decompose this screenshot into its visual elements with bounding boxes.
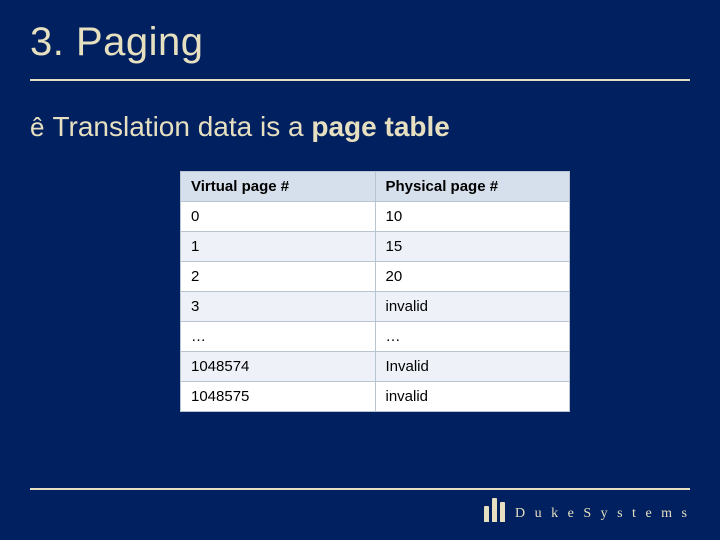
cell-virtual: 0 [181,202,376,232]
table-row: 0 10 [181,202,570,232]
page-table-table: Virtual page # Physical page # 0 10 1 15… [180,171,570,412]
cell-physical: invalid [375,292,570,322]
cell-physical: Invalid [375,352,570,382]
page-table: Virtual page # Physical page # 0 10 1 15… [180,171,570,412]
table-row: 3 invalid [181,292,570,322]
cell-physical: invalid [375,382,570,412]
cell-physical: 20 [375,262,570,292]
bullet-glyph: ê [30,112,44,143]
cell-virtual: … [181,322,376,352]
cell-virtual: 1 [181,232,376,262]
table-header-row: Virtual page # Physical page # [181,172,570,202]
cell-virtual: 1048575 [181,382,376,412]
footer: D u k e S y s t e m s [30,488,690,522]
bullet-text-bold: page table [311,111,449,142]
table-row: 1048575 invalid [181,382,570,412]
footer-divider [30,488,690,490]
table-row: 1048574 Invalid [181,352,570,382]
duke-logo-icon [484,496,505,522]
table-row: … … [181,322,570,352]
slide-title: 3. Paging [30,20,690,65]
col-header-virtual: Virtual page # [181,172,376,202]
table-row: 2 20 [181,262,570,292]
cell-virtual: 1048574 [181,352,376,382]
cell-virtual: 2 [181,262,376,292]
cell-physical: 10 [375,202,570,232]
table-body: 0 10 1 15 2 20 3 invalid … … [181,202,570,412]
title-block: 3. Paging [30,20,690,81]
cell-physical: … [375,322,570,352]
bullet-text-prefix: Translation data is a [52,111,311,142]
table-row: 1 15 [181,232,570,262]
bullet-line: ê Translation data is a page table [30,111,690,143]
footer-brand: D u k e S y s t e m s [30,496,690,522]
cell-virtual: 3 [181,292,376,322]
slide: 3. Paging ê Translation data is a page t… [0,0,720,540]
brand-text: D u k e S y s t e m s [515,506,690,522]
cell-physical: 15 [375,232,570,262]
col-header-physical: Physical page # [375,172,570,202]
bullet-text: Translation data is a page table [52,111,449,143]
